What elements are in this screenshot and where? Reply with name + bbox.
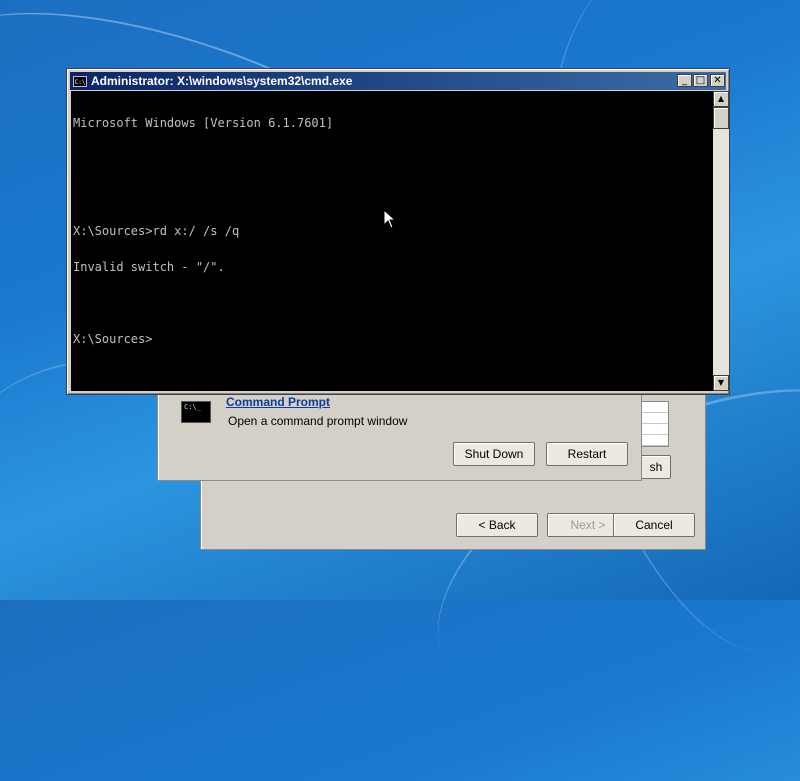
console-output[interactable]: Microsoft Windows [Version 6.1.7601] X:\… [71, 91, 713, 391]
minimize-button[interactable]: _ [677, 74, 692, 87]
command-prompt-link[interactable]: Command Prompt [226, 395, 330, 409]
console-line: Invalid switch - "/". [73, 260, 225, 274]
scroll-up-icon: ▲ [717, 94, 725, 103]
shut-down-button[interactable]: Shut Down [453, 442, 535, 466]
wizard-list-remnant [641, 401, 669, 447]
minimize-icon: _ [682, 75, 687, 86]
command-prompt-icon: C:\_ [181, 401, 211, 423]
console-line: Microsoft Windows [Version 6.1.7601] [73, 116, 334, 130]
scroll-up-button[interactable]: ▲ [713, 91, 729, 107]
maximize-button[interactable]: □ [693, 74, 708, 87]
command-prompt-icon-text: C:\_ [184, 403, 201, 411]
restart-label: Restart [567, 447, 607, 461]
cmd-window-icon-text: C:\ [74, 78, 86, 86]
recovery-options-window: C:\_ Command Prompt Open a command promp… [157, 384, 642, 481]
command-prompt-description: Open a command prompt window [228, 414, 408, 428]
close-button[interactable]: ✕ [710, 74, 725, 87]
scrollbar-thumb[interactable] [713, 107, 729, 129]
scroll-down-button[interactable]: ▼ [713, 375, 729, 391]
command-prompt-window: C:\ Administrator: X:\windows\system32\c… [66, 68, 730, 395]
mouse-pointer-icon [383, 209, 397, 229]
restart-button[interactable]: Restart [546, 442, 628, 466]
next-button-label: Next > [570, 518, 606, 532]
shut-down-label: Shut Down [464, 447, 524, 461]
back-button[interactable]: < Back [456, 513, 538, 537]
title-bar[interactable]: C:\ Administrator: X:\windows\system32\c… [70, 72, 726, 90]
back-button-label: < Back [478, 518, 516, 532]
console-prompt: X:\Sources> [73, 332, 153, 346]
vertical-scrollbar[interactable]: ▲ ▼ [713, 91, 729, 391]
cancel-button-label: Cancel [635, 518, 673, 532]
close-icon: ✕ [713, 75, 722, 86]
maximize-icon: □ [695, 75, 706, 86]
partial-button-label: sh [649, 460, 663, 474]
cancel-button[interactable]: Cancel [613, 513, 695, 537]
window-title: Administrator: X:\windows\system32\cmd.e… [91, 74, 353, 88]
scroll-down-icon: ▼ [717, 378, 725, 387]
cmd-window-icon[interactable]: C:\ [73, 75, 87, 87]
